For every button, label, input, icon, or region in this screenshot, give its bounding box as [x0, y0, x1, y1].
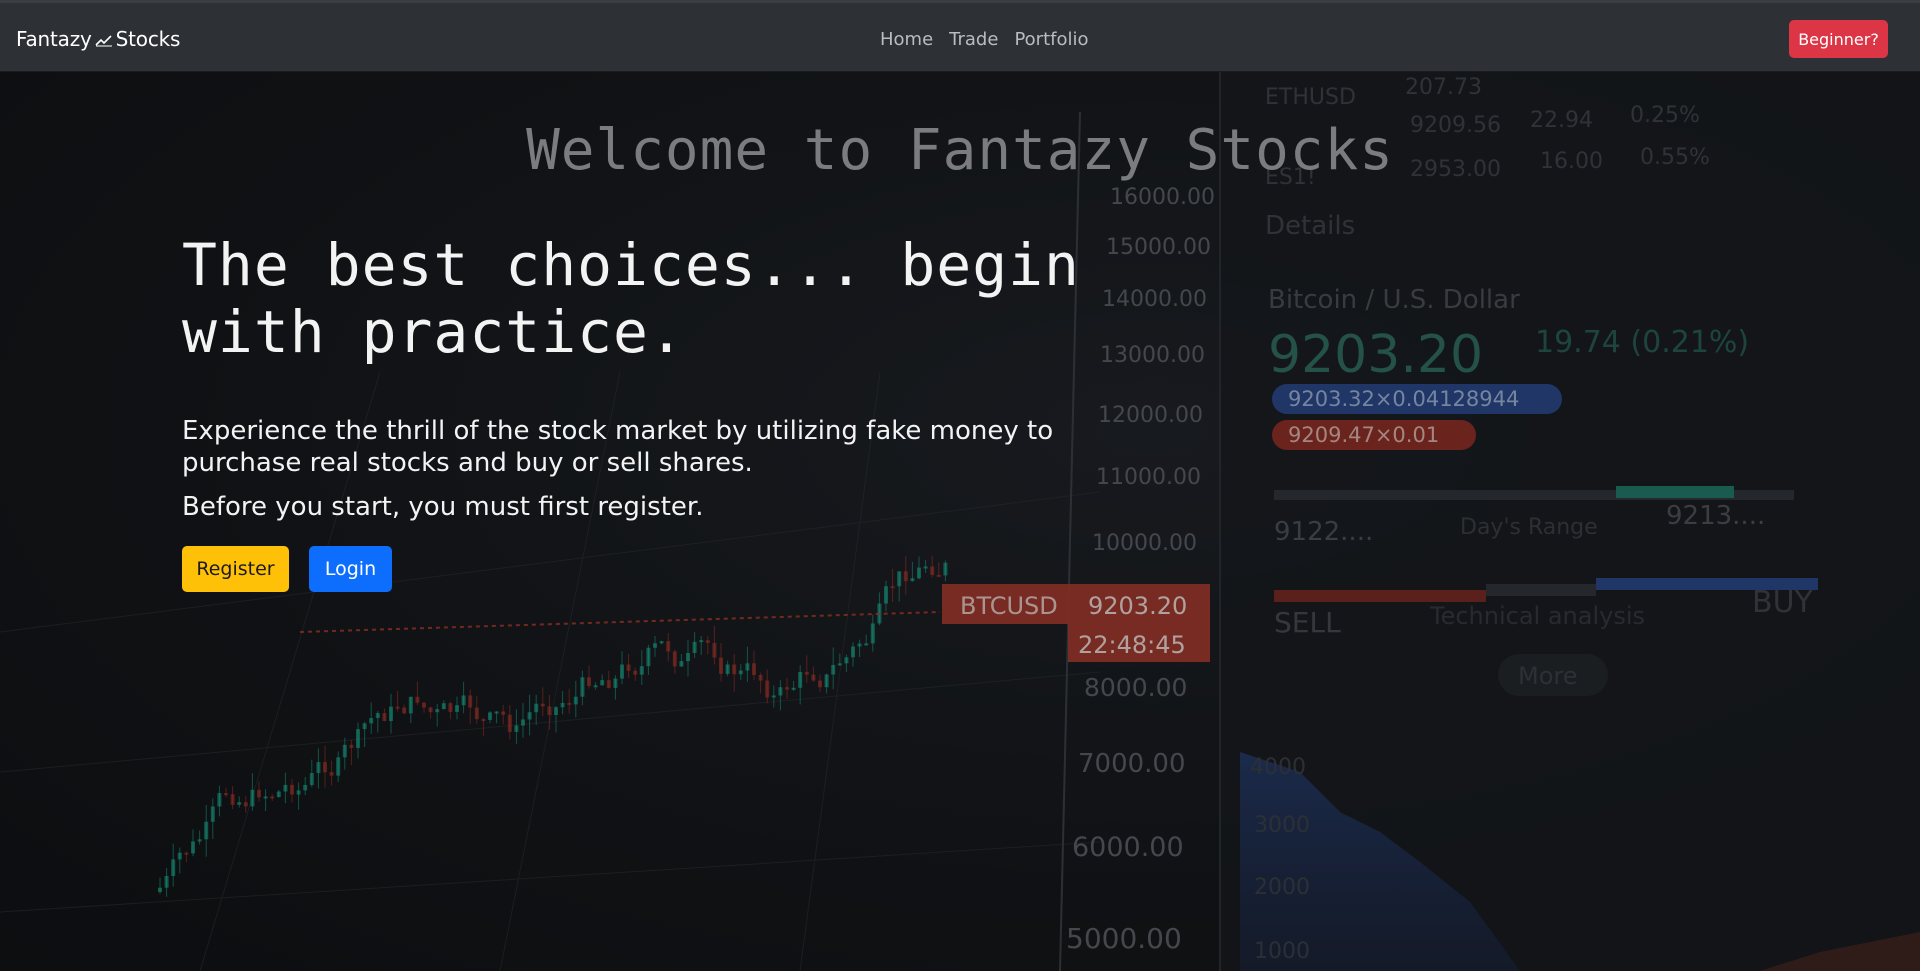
brand-name-left: Fantazy [16, 27, 92, 51]
welcome-title: Welcome to Fantazy Stocks [526, 118, 1394, 183]
nav-links: Home Trade Portfolio [880, 29, 1089, 50]
hero-headline: The best choices... begin with practice. [182, 232, 1082, 366]
nav-link-portfolio[interactable]: Portfolio [1014, 29, 1088, 50]
hero-section: BTCUSD 9203.20 22:48:45 16000.00 15000.0… [0, 72, 1920, 971]
hero-description: Experience the thrill of the stock marke… [182, 416, 1054, 478]
chart-line-icon [95, 35, 112, 47]
headline-line: The best choices... begin [182, 231, 1080, 299]
register-note: Before you start, you must first registe… [182, 492, 704, 522]
nav-link-home[interactable]: Home [880, 29, 933, 50]
login-button[interactable]: Login [309, 546, 392, 592]
register-button[interactable]: Register [182, 546, 289, 592]
navbar: Fantazy Stocks Home Trade Portfolio Begi… [0, 0, 1920, 72]
nav-link-trade[interactable]: Trade [949, 29, 998, 50]
headline-line: with practice. [182, 298, 685, 366]
brand-logo[interactable]: Fantazy Stocks [16, 27, 180, 51]
beginner-button[interactable]: Beginner? [1789, 20, 1888, 58]
brand-name-right: Stocks [115, 27, 181, 51]
